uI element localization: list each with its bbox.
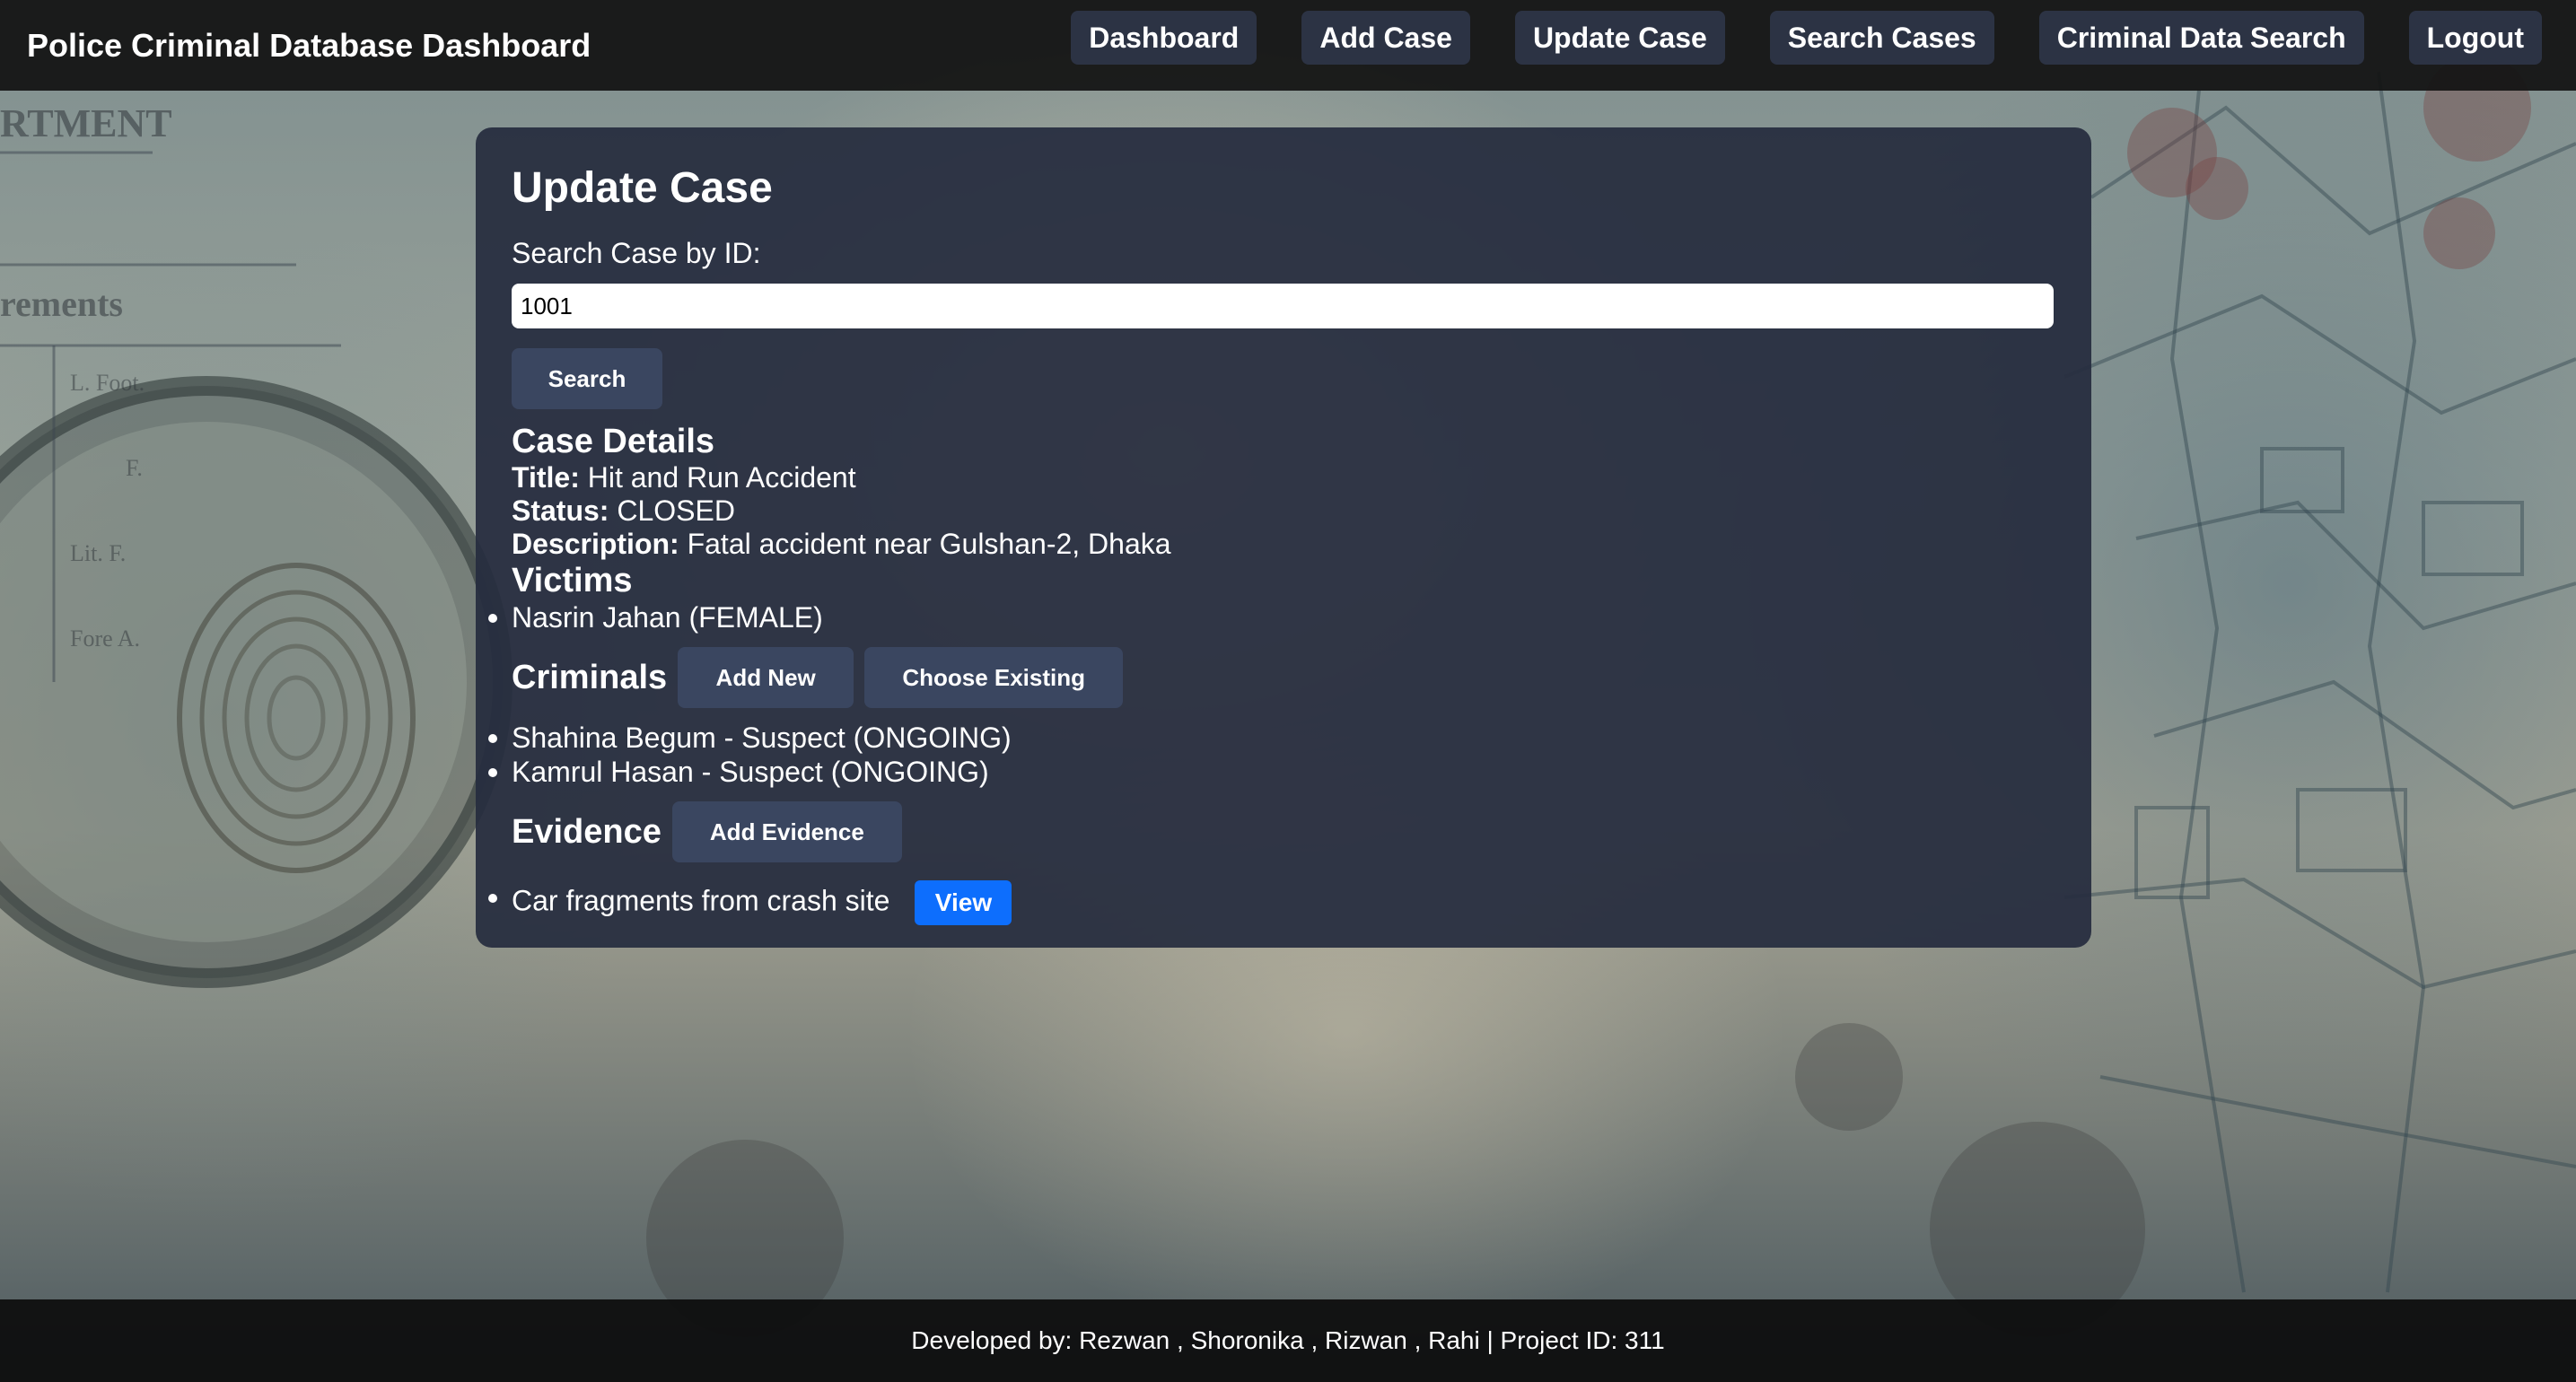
criminals-list: Shahina Begum - Suspect (ONGOING) Kamrul…	[488, 721, 2055, 789]
page-title: Update Case	[512, 164, 773, 212]
criminals-heading: Criminals	[512, 659, 668, 696]
navbar: Police Criminal Database Dashboard Dashb…	[0, 0, 2576, 91]
nav-dashboard-button[interactable]: Dashboard	[1071, 11, 1257, 65]
search-button[interactable]: Search	[512, 348, 662, 409]
list-item: Shahina Begum - Suspect (ONGOING)	[488, 721, 2055, 755]
view-evidence-button[interactable]: View	[915, 880, 1012, 925]
choose-existing-criminal-button[interactable]: Choose Existing	[864, 647, 1124, 708]
nav-criminal-data-search-button[interactable]: Criminal Data Search	[2038, 11, 2364, 65]
victims-list: Nasrin Jahan (FEMALE)	[488, 600, 2055, 634]
case-title-value: Hit and Run Accident	[587, 461, 856, 494]
map-graphic	[2063, 71, 2576, 1293]
case-title-line: Title: Hit and Run Accident	[512, 461, 2055, 494]
victims-section: Victims Nasrin Jahan (FEMALE)	[488, 561, 2055, 634]
list-item: Nasrin Jahan (FEMALE)	[488, 600, 2055, 634]
nav-links: Dashboard Add Case Update Case Search Ca…	[1071, 11, 2542, 65]
add-evidence-button[interactable]: Add Evidence	[671, 801, 902, 862]
case-description-label: Description:	[512, 528, 679, 560]
case-status-line: Status: CLOSED	[512, 494, 2055, 528]
evidence-label: Car fragments from crash site	[512, 884, 890, 917]
criminals-section: Criminals Add New Choose Existing Shahin…	[488, 647, 2055, 789]
add-new-criminal-button[interactable]: Add New	[678, 647, 854, 708]
case-status-value: CLOSED	[617, 494, 735, 527]
list-item: Car fragments from crash site View	[488, 880, 2055, 925]
nav-add-case-button[interactable]: Add Case	[1301, 11, 1470, 65]
case-details-section: Case Details Title: Hit and Run Accident…	[512, 422, 2055, 561]
nav-search-cases-button[interactable]: Search Cases	[1769, 11, 1994, 65]
case-status-label: Status:	[512, 494, 609, 527]
evidence-heading: Evidence	[512, 813, 662, 851]
magnifying-glass-graphic	[0, 376, 513, 988]
evidence-section: Evidence Add Evidence Car fragments from…	[488, 801, 2055, 925]
update-case-panel: Update Case Search Case by ID: Search Ca…	[476, 127, 2091, 948]
case-description-value: Fatal accident near Gulshan-2, Dhaka	[687, 528, 1171, 560]
evidence-list: Car fragments from crash site View	[488, 880, 2055, 925]
background-text: RTMENT	[0, 101, 172, 145]
case-details-heading: Case Details	[512, 423, 715, 460]
search-case-label: Search Case by ID:	[512, 237, 761, 269]
list-item: Kamrul Hasan - Suspect (ONGOING)	[488, 755, 2055, 789]
app-title: Police Criminal Database Dashboard	[27, 26, 591, 64]
case-title-label: Title:	[512, 461, 580, 494]
case-description-line: Description: Fatal accident near Gulshan…	[512, 528, 2055, 561]
footer-credits: Developed by: Rezwan , Shoronika , Rizwa…	[911, 1326, 1665, 1354]
footer: Developed by: Rezwan , Shoronika , Rizwa…	[0, 1299, 2576, 1382]
nav-logout-button[interactable]: Logout	[2408, 11, 2542, 65]
background-text: L. Foot.	[70, 370, 145, 396]
background-text: Lit. F.	[70, 540, 126, 566]
background-text: rements	[0, 284, 123, 324]
nav-update-case-button[interactable]: Update Case	[1514, 11, 1725, 65]
victims-heading: Victims	[512, 562, 633, 599]
background-text: F.	[126, 455, 143, 481]
background-text: Fore A.	[70, 625, 140, 652]
case-id-input[interactable]	[512, 284, 2054, 328]
